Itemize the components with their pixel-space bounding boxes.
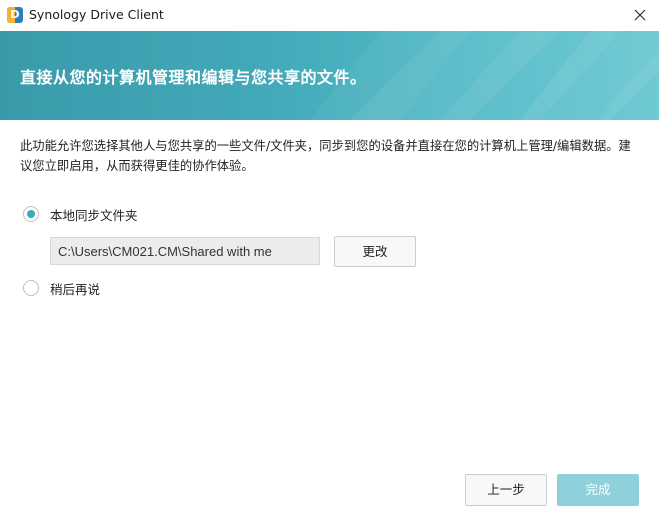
option-later[interactable]: 稍后再说	[23, 279, 100, 297]
title-bar: D Synology Drive Client	[0, 0, 659, 31]
sync-folder-path-input[interactable]	[50, 237, 320, 265]
close-button[interactable]	[629, 4, 651, 26]
close-icon	[634, 9, 646, 21]
banner-title: 直接从您的计算机管理和编辑与您共享的文件。	[20, 68, 367, 87]
option-later-label: 稍后再说	[50, 281, 101, 297]
radio-button-selected[interactable]	[23, 206, 39, 222]
header-banner: 直接从您的计算机管理和编辑与您共享的文件。	[0, 31, 659, 120]
option-local-sync[interactable]: 本地同步文件夹	[23, 205, 138, 223]
radio-button-unselected[interactable]	[23, 280, 39, 296]
window-title: Synology Drive Client	[29, 7, 164, 22]
synology-drive-icon: D	[7, 7, 23, 23]
description-text: 此功能允许您选择其他人与您共享的一些文件/文件夹，同步到您的设备并直接在您的计算…	[20, 139, 631, 173]
finish-button[interactable]: 完成	[557, 474, 639, 506]
previous-button[interactable]: 上一步	[465, 474, 547, 506]
option-local-sync-label: 本地同步文件夹	[50, 207, 138, 223]
change-button[interactable]: 更改	[334, 236, 416, 267]
